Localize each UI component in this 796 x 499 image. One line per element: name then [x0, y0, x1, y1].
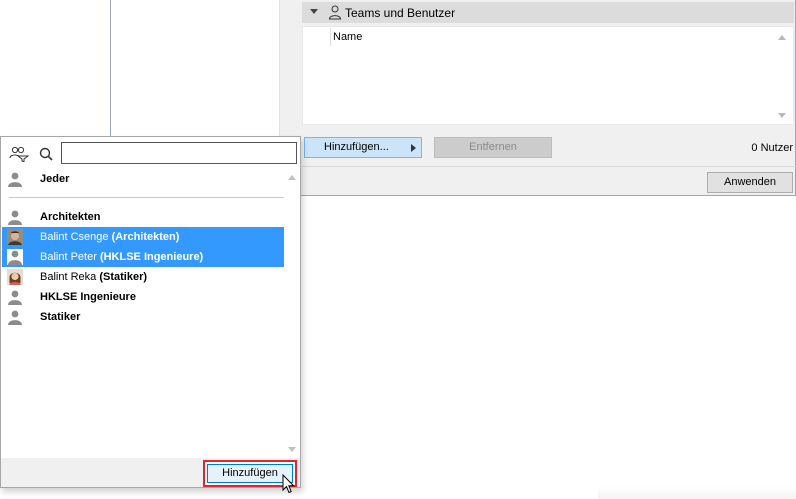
list-item-jeder[interactable]: Jeder	[2, 169, 285, 189]
item-name: Jeder	[40, 173, 70, 185]
add-button[interactable]: Hinzufügen	[207, 464, 293, 483]
user-photo-avatar-icon	[7, 269, 23, 285]
list-item-architekten[interactable]: Architekten	[2, 207, 285, 227]
team-filter-icon[interactable]	[9, 146, 29, 162]
scroll-down-arrow-icon[interactable]	[288, 447, 296, 452]
user-photo-avatar-icon	[7, 229, 23, 245]
submenu-arrow-icon	[411, 144, 416, 152]
item-name: Architekten	[40, 211, 101, 223]
generic-user-avatar-icon	[8, 290, 22, 305]
list-item-balint-peter[interactable]: Balint Peter (HKLSE Ingenieure)	[2, 247, 285, 267]
generic-user-avatar-icon	[8, 210, 22, 225]
scroll-up-arrow-icon[interactable]	[778, 35, 786, 40]
item-name: Balint Reka	[40, 271, 97, 283]
apply-button[interactable]: Anwenden	[707, 172, 793, 193]
mouse-pointer-icon	[282, 474, 295, 494]
generic-user-avatar-icon	[8, 310, 22, 325]
user-picker-popup: Jeder Architekten Balint Csenge (Archite…	[0, 136, 301, 488]
list-scrollbar[interactable]	[284, 169, 300, 455]
user-count: 0 Nutzer	[751, 142, 793, 154]
item-team: (Statiker)	[99, 271, 148, 283]
column-separator	[330, 28, 331, 46]
name-column-header[interactable]: Name	[333, 31, 362, 43]
item-team: (Architekten)	[111, 231, 180, 243]
add-dropdown-label: Hinzufügen...	[324, 141, 389, 153]
remove-button[interactable]: Entfernen	[434, 137, 552, 158]
list-item-balint-csenge[interactable]: Balint Csenge (Architekten)	[2, 227, 285, 247]
user-icon	[328, 5, 342, 20]
background-shadow	[598, 486, 796, 499]
item-name: Statiker	[40, 311, 81, 323]
list-item-hklse-ingenieure[interactable]: HKLSE Ingenieure	[2, 287, 285, 307]
scroll-down-arrow-icon[interactable]	[778, 113, 786, 118]
list-item-balint-reka[interactable]: Balint Reka (Statiker)	[2, 267, 285, 287]
section-title: Teams und Benutzer	[345, 6, 456, 20]
scroll-up-arrow-icon[interactable]	[288, 175, 296, 180]
generic-user-avatar-icon	[8, 172, 22, 187]
search-input[interactable]	[61, 142, 297, 164]
list-item-statiker[interactable]: Statiker	[2, 307, 285, 327]
generic-user-avatar-icon	[7, 249, 23, 265]
item-name: HKLSE Ingenieure	[40, 291, 136, 303]
footer-divider	[302, 166, 796, 167]
add-dropdown-button[interactable]: Hinzufügen...	[304, 137, 422, 158]
collapse-triangle-icon[interactable]	[310, 9, 318, 14]
search-icon	[39, 147, 53, 161]
item-team: (HKLSE Ingenieure)	[99, 251, 204, 263]
members-list[interactable]: Name	[302, 26, 794, 125]
picker-toolbar	[1, 137, 300, 169]
item-name: Balint Peter	[40, 251, 97, 263]
list-divider	[9, 197, 285, 198]
item-name: Balint Csenge	[40, 231, 109, 243]
teams-users-section-header[interactable]: Teams und Benutzer	[302, 2, 794, 23]
